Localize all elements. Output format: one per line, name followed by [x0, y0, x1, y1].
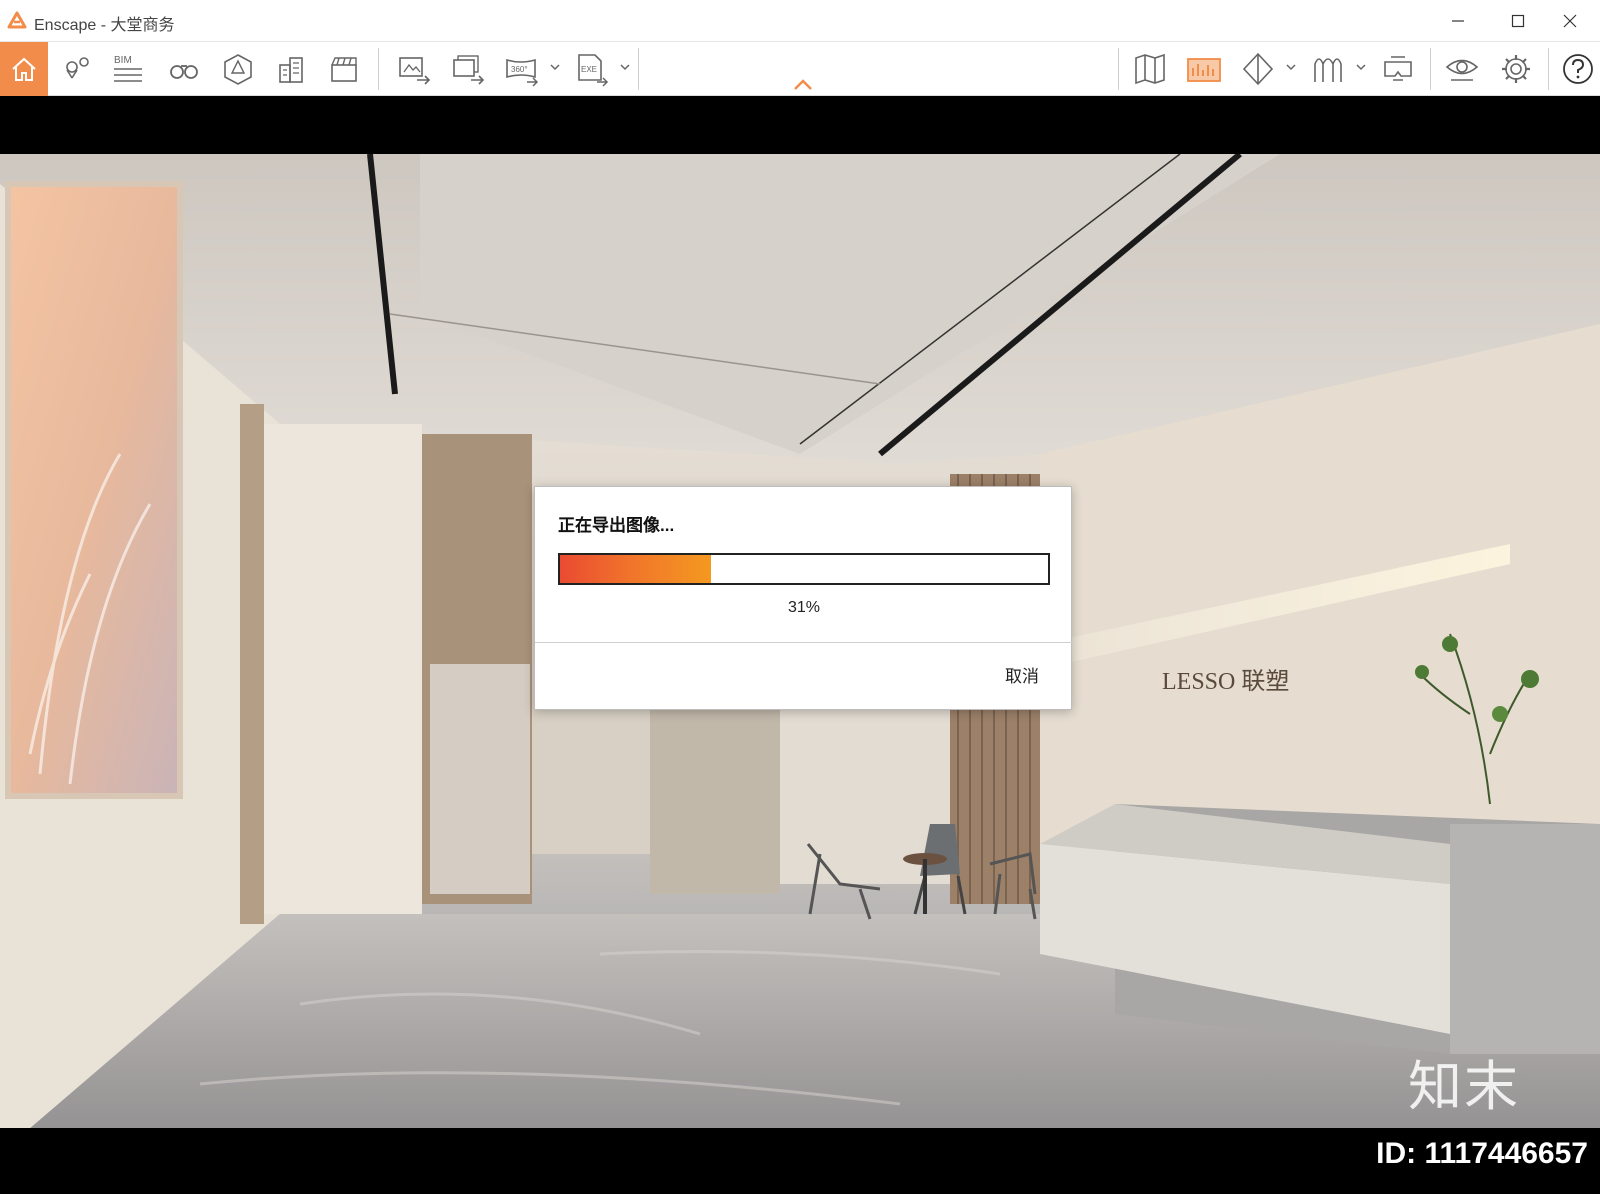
- maximize-icon: [1511, 14, 1525, 28]
- capture-mode-button[interactable]: [1306, 42, 1350, 96]
- vr-headset-button[interactable]: [1376, 42, 1420, 96]
- arches-icon: [1314, 58, 1342, 82]
- close-button[interactable]: [1540, 0, 1600, 42]
- svg-text:360°: 360°: [511, 65, 528, 74]
- settings-button[interactable]: [1494, 42, 1538, 96]
- capture-dropdown-chevron-icon[interactable]: [1354, 60, 1368, 74]
- toolbar-separator: [638, 48, 639, 90]
- view-mode-dropdown-chevron-icon[interactable]: [1284, 60, 1298, 74]
- safe-frame-icon: [1187, 58, 1221, 82]
- export-status-message: 正在导出图像...: [558, 516, 675, 535]
- window-title: Enscape - 大堂商务: [34, 17, 175, 34]
- exe-export-button[interactable]: EXE: [570, 42, 614, 96]
- exe-dropdown-chevron-icon[interactable]: [618, 60, 632, 74]
- title-bar: Enscape - 大堂商务: [0, 0, 1600, 42]
- buildings-button[interactable]: [270, 42, 314, 96]
- view-mode-icon: [1242, 52, 1274, 86]
- binoculars-button[interactable]: [162, 42, 206, 96]
- views-button[interactable]: [54, 42, 98, 96]
- letterbox-bottom: [0, 1128, 1600, 1194]
- collapse-toolbar-chevron-icon[interactable]: [792, 77, 814, 93]
- location-pin-icon: [66, 57, 89, 79]
- toolbar-separator: [1118, 48, 1119, 90]
- video-editor-button[interactable]: [322, 42, 366, 96]
- svg-text:EXE: EXE: [581, 65, 597, 74]
- eye-icon: [1445, 59, 1479, 81]
- home-button[interactable]: [0, 42, 48, 96]
- bim-button[interactable]: BIM: [106, 42, 150, 96]
- home-icon: [12, 57, 36, 81]
- help-icon: [1563, 54, 1593, 84]
- letterbox-top: [0, 96, 1600, 154]
- map-button[interactable]: [1128, 42, 1172, 96]
- binoculars-icon: [170, 65, 198, 79]
- visual-settings-button[interactable]: [1440, 42, 1484, 96]
- buildings-icon: [279, 57, 303, 83]
- maximize-button[interactable]: [1488, 0, 1548, 42]
- panorama-button[interactable]: 360°: [500, 42, 544, 96]
- gear-icon: [1502, 55, 1530, 83]
- image-id-label: ID: 1117446657: [1376, 1137, 1588, 1170]
- toolbar-separator: [1430, 48, 1431, 90]
- vr-headset-icon: [1384, 56, 1412, 81]
- view-mode-button[interactable]: [1236, 42, 1280, 96]
- toolbar-separator: [378, 48, 379, 90]
- screenshot-button[interactable]: [392, 42, 436, 96]
- help-button[interactable]: [1556, 42, 1600, 96]
- progress-percent-label: 31%: [787, 599, 821, 616]
- cube-icon: [224, 54, 252, 85]
- minimize-icon: [1452, 20, 1464, 22]
- batch-render-icon: [453, 55, 485, 85]
- bim-icon: BIM: [114, 55, 142, 82]
- batch-render-button[interactable]: [446, 42, 490, 96]
- minimize-button[interactable]: [1428, 0, 1488, 42]
- panorama-dropdown-chevron-icon[interactable]: [548, 60, 562, 74]
- clapperboard-icon: [331, 57, 357, 82]
- progress-fill: [560, 555, 712, 583]
- toolbar-separator: [1548, 48, 1549, 90]
- corner-watermark: 知末: [1408, 1055, 1520, 1118]
- enscape-logo-icon: [7, 11, 27, 29]
- export-progress-dialog: 正在导出图像... 31% 取消: [534, 486, 1073, 710]
- svg-text:BIM: BIM: [114, 55, 132, 66]
- safe-frame-button[interactable]: [1182, 42, 1226, 96]
- export-progress-bar: [558, 553, 1050, 585]
- cancel-button[interactable]: 取消: [1005, 662, 1039, 687]
- dialog-divider: [535, 642, 1073, 643]
- panorama-360-icon: 360°: [506, 58, 539, 87]
- object-library-button[interactable]: [216, 42, 260, 96]
- close-icon: [1563, 14, 1577, 28]
- brand-sign: LESSO 联塑: [1162, 668, 1289, 695]
- map-icon: [1135, 53, 1165, 85]
- export-image-icon: [399, 57, 431, 85]
- exe-export-icon: EXE: [578, 54, 609, 87]
